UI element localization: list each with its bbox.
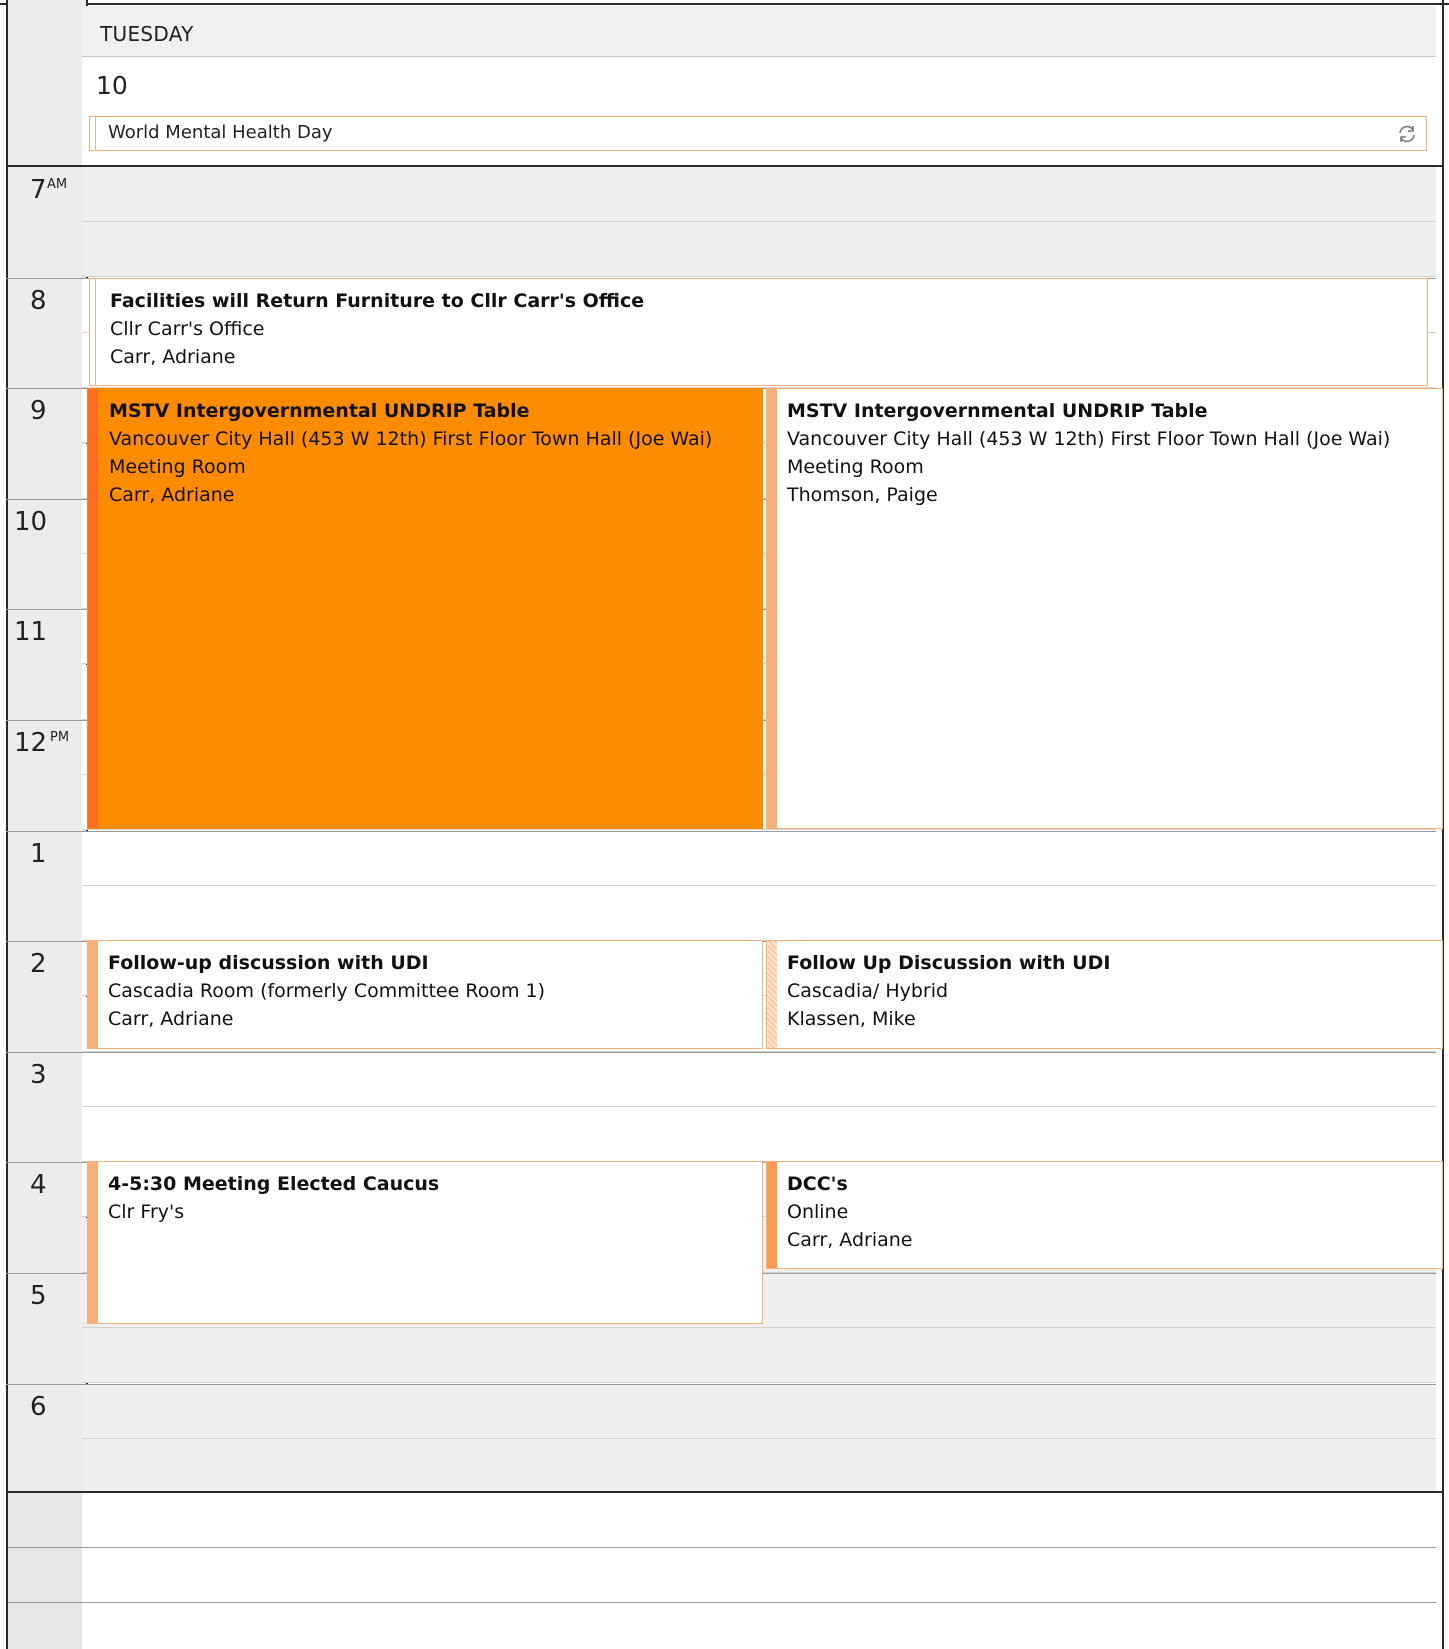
- hour-divider: [6, 498, 82, 500]
- event-status-bar: [88, 389, 98, 828]
- sync-icon: [1399, 125, 1415, 143]
- time-slot[interactable]: [82, 1051, 1436, 1107]
- hour-divider: [6, 1273, 82, 1274]
- event-title: DCC's: [787, 1173, 848, 1195]
- time-slot[interactable]: [82, 1107, 1436, 1163]
- event-status-bar: [88, 941, 98, 1048]
- event-mstv-undrip-carr[interactable]: MSTV Intergovernmental UNDRIP Table Vanc…: [87, 388, 763, 829]
- hour-number: 4: [30, 1170, 47, 1201]
- hour-divider: [6, 830, 82, 832]
- time-slot[interactable]: [82, 1438, 1436, 1494]
- event-title: MSTV Intergovernmental UNDRIP Table: [787, 400, 1208, 422]
- event-location: Online: [787, 1201, 849, 1223]
- event-location: Vancouver City Hall (453 W 12th) First F…: [109, 428, 713, 450]
- event-location-room: Meeting Room: [109, 456, 246, 478]
- event-status-bar: [767, 941, 777, 1048]
- hour-divider: [6, 277, 82, 279]
- hour-number: 12: [14, 728, 48, 758]
- event-status-bar: [88, 1162, 98, 1323]
- event-location: Cascadia Room (formerly Committee Room 1…: [108, 980, 545, 1002]
- event-organizer: Carr, Adriane: [110, 346, 236, 368]
- hour-number: 5: [30, 1281, 47, 1311]
- event-title: Follow-up discussion with UDI: [108, 952, 429, 974]
- footer-slot[interactable]: [82, 1548, 1436, 1603]
- time-slot[interactable]: [82, 1383, 1436, 1439]
- event-location: Cllr Carr's Office: [110, 318, 265, 340]
- meridiem-label: PM: [50, 730, 70, 745]
- time-slot[interactable]: [82, 167, 1436, 222]
- day-name-header[interactable]: TUESDAY: [82, 6, 1436, 57]
- time-slot[interactable]: [82, 885, 1436, 941]
- hour-divider: [6, 1162, 82, 1164]
- time-slot[interactable]: [82, 1328, 1436, 1384]
- hour-divider: [6, 941, 82, 943]
- event-location: Vancouver City Hall (453 W 12th) First F…: [787, 428, 1391, 450]
- hour-number: 8: [30, 285, 47, 316]
- event-facilities-furniture[interactable]: Facilities will Return Furniture to Cllr…: [89, 278, 1428, 386]
- event-status-bar: [767, 389, 777, 828]
- event-location-room: Meeting Room: [787, 456, 924, 478]
- event-organizer: Carr, Adriane: [787, 1229, 913, 1251]
- hour-number: 6: [30, 1391, 47, 1422]
- footer-time-cell: [8, 1493, 82, 1548]
- event-title: 4-5:30 Meeting Elected Caucus: [108, 1173, 440, 1195]
- hour-number: 1: [30, 838, 47, 869]
- footer-slot[interactable]: [82, 1493, 1436, 1548]
- event-title: Facilities will Return Furniture to Cllr…: [110, 290, 645, 312]
- hour-number: 7: [30, 175, 47, 205]
- footer-time-cell: [8, 1603, 82, 1649]
- day-name: TUESDAY: [100, 22, 194, 46]
- event-organizer: Klassen, Mike: [787, 1008, 916, 1030]
- event-location: Cascadia/ Hybrid: [787, 980, 949, 1002]
- time-slot[interactable]: [82, 222, 1436, 278]
- meridiem-label: AM: [47, 177, 68, 192]
- footer-slot[interactable]: [82, 1603, 1436, 1649]
- event-udi-followup-carr[interactable]: Follow-up discussion with UDI Cascadia R…: [87, 940, 763, 1049]
- event-organizer: Carr, Adriane: [108, 1008, 234, 1030]
- time-slot[interactable]: [82, 830, 1436, 886]
- allday-event-title: World Mental Health Day: [108, 122, 333, 143]
- event-title: MSTV Intergovernmental UNDRIP Table: [109, 400, 530, 422]
- hour-number: 11: [14, 617, 48, 648]
- event-status-bar: [767, 1162, 777, 1268]
- date-number: 10: [96, 71, 128, 100]
- event-organizer: Thomson, Paige: [787, 484, 938, 506]
- hour-divider: [6, 1051, 82, 1053]
- hour-divider: [6, 1383, 82, 1385]
- allday-event-world-mental-health-day[interactable]: World Mental Health Day: [89, 116, 1427, 151]
- hour-divider: [6, 609, 82, 611]
- event-title: Follow Up Discussion with UDI: [787, 952, 1111, 974]
- footer-time-cell: [8, 1548, 82, 1603]
- event-mstv-undrip-thomson[interactable]: MSTV Intergovernmental UNDRIP Table Vanc…: [766, 388, 1443, 829]
- event-udi-followup-klassen[interactable]: Follow Up Discussion with UDI Cascadia/ …: [766, 940, 1443, 1049]
- hour-divider: [6, 720, 82, 721]
- hour-number: 3: [30, 1059, 47, 1090]
- event-organizer: Carr, Adriane: [109, 484, 235, 506]
- hour-number: 2: [30, 949, 47, 980]
- hour-number: 9: [30, 396, 47, 427]
- hour-number: 10: [14, 506, 48, 537]
- event-elected-caucus[interactable]: 4-5:30 Meeting Elected Caucus Clr Fry's: [87, 1161, 763, 1324]
- time-column: [8, 0, 88, 1649]
- event-dccs[interactable]: DCC's Online Carr, Adriane: [766, 1161, 1443, 1269]
- event-status-bar: [90, 279, 96, 385]
- hour-divider: [6, 388, 82, 390]
- event-location: Clr Fry's: [108, 1201, 185, 1223]
